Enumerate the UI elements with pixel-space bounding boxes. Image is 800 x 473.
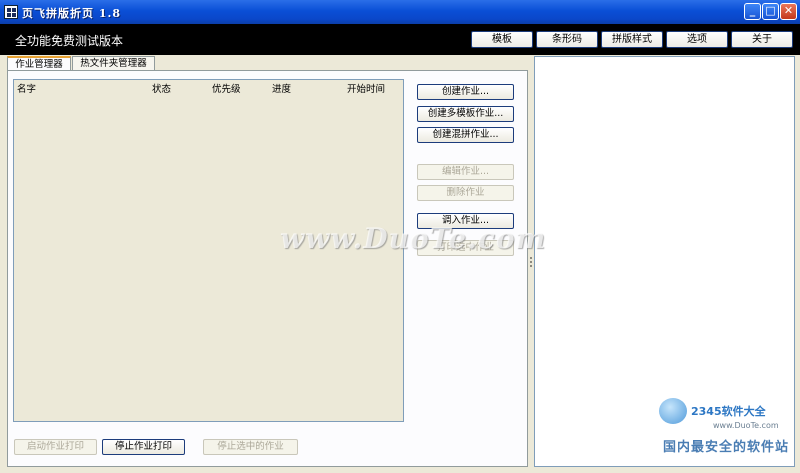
app-icon[interactable] [4,5,18,19]
mascot-icon [659,398,687,424]
about-button[interactable]: 关于 [731,31,793,48]
column-name[interactable]: 名字 [17,81,36,95]
create-multi-template-job-button[interactable]: 创建多模板作业... [417,106,514,122]
logo-url: www.DuoTe.com [713,421,779,430]
tab-job-manager[interactable]: 作业管理器 [7,56,71,71]
site-logo: 2345软件大全 www.DuoTe.com 国内最安全的软件站 [655,392,800,462]
title-bar: 页飞拼版折页 1.8 _ □ ✕ [0,0,800,24]
watermark-text: www.DuoTe.com [280,222,547,255]
minimize-button[interactable]: _ [744,3,761,20]
logo-name: 2345软件大全 [691,405,766,418]
create-mixed-job-button[interactable]: 创建混拼作业... [417,127,514,143]
delete-job-button[interactable]: 删除作业 [417,185,514,201]
template-button[interactable]: 模板 [471,31,533,48]
app-header: 全功能免费测试版本 模板 条形码 拼版样式 选项 关于 [0,24,800,55]
logo-slogan: 国内最安全的软件站 [663,440,790,455]
stop-selected-job-button[interactable]: 停止选中的作业 [203,439,298,455]
edit-job-button[interactable]: 编辑作业... [417,164,514,180]
maximize-button[interactable]: □ [762,3,779,20]
column-start-time[interactable]: 开始时间 [347,81,385,95]
column-progress[interactable]: 进度 [272,81,291,95]
column-status[interactable]: 状态 [152,81,171,95]
options-button[interactable]: 选项 [666,31,728,48]
create-job-button[interactable]: 创建作业... [417,84,514,100]
column-priority[interactable]: 优先级 [212,81,241,95]
barcode-button[interactable]: 条形码 [536,31,598,48]
start-job-print-button[interactable]: 启动作业打印 [14,439,97,455]
tab-hotfolder-manager[interactable]: 热文件夹管理器 [72,56,155,70]
stop-job-print-button[interactable]: 停止作业打印 [102,439,185,455]
close-button[interactable]: ✕ [780,3,797,20]
window-title: 页飞拼版折页 1.8 [22,7,121,20]
edition-label: 全功能免费测试版本 [15,34,124,48]
imposition-style-button[interactable]: 拼版样式 [601,31,663,48]
